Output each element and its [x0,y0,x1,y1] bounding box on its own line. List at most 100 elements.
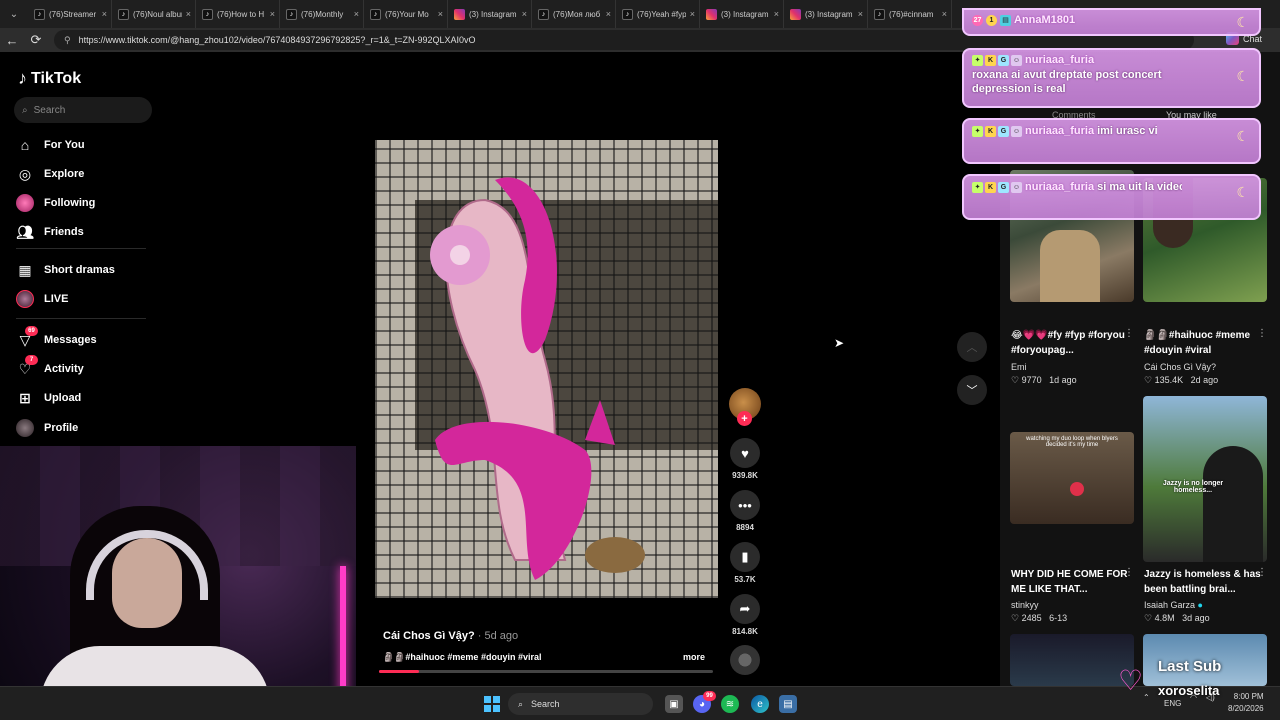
video-card-title[interactable]: 😂💗💗#fy #fyp #foryou #foryoupag... [1011,328,1129,358]
sidebar-item-following[interactable]: Following [16,191,156,215]
next-video-chevron-down-icon[interactable]: ﹀ [957,375,987,405]
tab-close-icon[interactable]: × [522,9,527,19]
browser-tab[interactable]: ♪ (76)Monthly × [280,0,364,28]
back-arrow-icon[interactable]: ← [0,28,24,52]
browser-tab[interactable]: ♪ (76)Моя люб × [532,0,616,28]
site-info-icon[interactable]: ⚲ [64,35,71,46]
tab-search-chevron-icon[interactable]: ⌄ [0,0,28,28]
author-name: Isaiah Garza [1144,600,1196,610]
tray-chevron-icon[interactable]: ⌃ [1143,693,1150,702]
tiktok-brand: TikTok [31,69,82,87]
moon-icon: ☾ [1236,128,1249,144]
follow-plus-icon[interactable]: + [737,411,752,426]
browser-tab[interactable]: ♪ (76)Yeah #fyp × [616,0,700,28]
moon-icon: ☾ [1236,184,1249,200]
tab-close-icon[interactable]: × [438,9,443,19]
browser-tab[interactable]: (3) Instagram × [700,0,784,28]
video-card-author[interactable]: Isaiah Garza ● [1144,600,1203,610]
video-card-thumbnail[interactable] [1010,634,1134,686]
sidebar-item-label: Following [44,197,96,209]
browser-tab[interactable]: (3) Instagram × [784,0,868,28]
sidebar-item-messages[interactable]: ▽ 69 Messages [16,326,156,352]
bookmark-icon[interactable]: ▮ [730,542,760,572]
tab-title: (76)Noul album [133,9,182,19]
video-progress-bar[interactable] [379,670,713,673]
browser-tab[interactable]: ♪ (76)Your Mo × [364,0,448,28]
comment-count: 8894 [736,523,754,532]
sidebar-item-friends[interactable]: 👥︎ Friends [16,220,156,244]
more-options-icon[interactable]: ⋮ [1124,328,1134,339]
reload-icon[interactable]: ⟳ [24,28,48,52]
tab-close-icon[interactable]: × [186,9,191,19]
browser-tab[interactable]: (3) Instagram × [448,0,532,28]
tab-close-icon[interactable]: × [690,9,695,19]
tab-close-icon[interactable]: × [606,9,611,19]
tab-title: (3) Instagram [805,9,853,19]
search-input[interactable]: ⌕ Search [14,97,152,123]
video-player[interactable] [375,140,718,598]
save-action[interactable]: ▮ 53.7K [726,542,764,584]
language-indicator[interactable]: ENG [1164,699,1181,708]
video-card-author[interactable]: Cái Chos Gì Vậy? [1144,362,1216,372]
browser-tab[interactable]: ♪ (76)Noul album × [112,0,196,28]
browser-tab[interactable]: ♪ (76)Streamer × [28,0,112,28]
video-card-thumbnail[interactable]: watching my duo loop when blyers decided… [1010,432,1134,524]
sidebar-item-profile[interactable]: Profile [16,416,156,440]
activity-icon: ♡ 7 [16,355,38,378]
share-action[interactable]: ➦ 814.8K [726,594,764,636]
video-hashtags[interactable]: 🗿🗿#haihuoc #meme #douyin #viral [383,652,541,663]
tab-close-icon[interactable]: × [774,9,779,19]
tab-close-icon[interactable]: × [942,9,947,19]
thumbnail-caption: watching my duo loop when blyers decided… [1026,436,1118,448]
tab-close-icon[interactable]: × [354,9,359,19]
share-arrow-icon[interactable]: ➦ [730,594,760,624]
more-options-icon[interactable]: ⋮ [1257,567,1267,578]
screen: ⌄ ♪ (76)Streamer × ♪ (76)Noul album × ♪ (76)How… [0,0,1280,720]
sidebar-item-for-you[interactable]: ⌂ For You [16,133,156,157]
search-icon: ⌕ [22,104,28,116]
sidebar-item-live[interactable]: LIVE [16,287,156,311]
edge-icon[interactable]: e [751,695,769,713]
sidebar-item-explore[interactable]: ◎ Explore [16,162,156,186]
comment-action[interactable]: ••• 8894 [726,490,764,532]
tiktok-logo[interactable]: ♪ TikTok [18,68,81,89]
more-button[interactable]: more [683,652,705,662]
video-card-title[interactable]: 🗿🗿#haihuoc #meme #douyin #viral [1144,328,1262,358]
browser-tab[interactable]: ♪ (76)#cinnam × [868,0,952,28]
windows-start-icon[interactable] [484,696,500,712]
app-icon[interactable]: ▤ [779,695,797,713]
sidebar-item-short-dramas[interactable]: ▦ Short dramas [16,258,156,282]
task-view-icon[interactable]: ▣ [665,695,683,713]
video-age: · 5d ago [477,630,519,642]
more-options-icon[interactable]: ⋮ [1124,567,1134,578]
more-options-icon[interactable]: ⋮ [1257,328,1267,339]
video-card-author[interactable]: Emi [1011,362,1027,372]
sidebar-item-label: Upload [44,392,82,404]
video-card-title[interactable]: Jazzy is homeless & has been battling br… [1144,567,1262,597]
compass-icon: ◎ [18,165,32,182]
comment-icon[interactable]: ••• [730,490,760,520]
video-card-age: 6-13 [1049,613,1068,623]
like-action[interactable]: ♥ 939.8K [726,438,764,480]
tab-close-icon[interactable]: × [270,9,275,19]
sidebar-divider [16,248,146,249]
discord-icon[interactable]: ◕ 99 [693,691,716,713]
video-card-author[interactable]: stinkyy [1011,600,1039,610]
chat-badges: ✦ K G ☺ [972,181,1022,193]
heart-icon[interactable]: ♥ [730,438,760,468]
tab-close-icon[interactable]: × [858,9,863,19]
sidebar-item-upload[interactable]: ⊞ Upload [16,386,156,410]
previous-video-chevron-up-icon[interactable]: ︿ [957,332,987,362]
video-title[interactable]: Cái Chos Gì Vậy? · 5d ago [383,630,518,642]
sound-disc-icon[interactable] [730,645,760,675]
taskbar-search[interactable]: ⌕ Search [508,693,653,715]
like-count: 939.8K [732,471,758,480]
sidebar-item-activity[interactable]: ♡ 7 Activity [16,355,156,381]
video-card-title[interactable]: WHY DID HE COME FOR ME LIKE THAT... [1011,567,1129,597]
spotify-icon[interactable]: ≋ [721,695,739,713]
tab-close-icon[interactable]: × [102,9,107,19]
clock[interactable]: 8:00 PM 8/20/2026 [1228,691,1264,715]
moon-icon: ☾ [1236,14,1249,30]
video-card-thumbnail[interactable]: Jazzy is no longer homeless... [1143,396,1267,562]
browser-tab[interactable]: ♪ (76)How to H × [196,0,280,28]
